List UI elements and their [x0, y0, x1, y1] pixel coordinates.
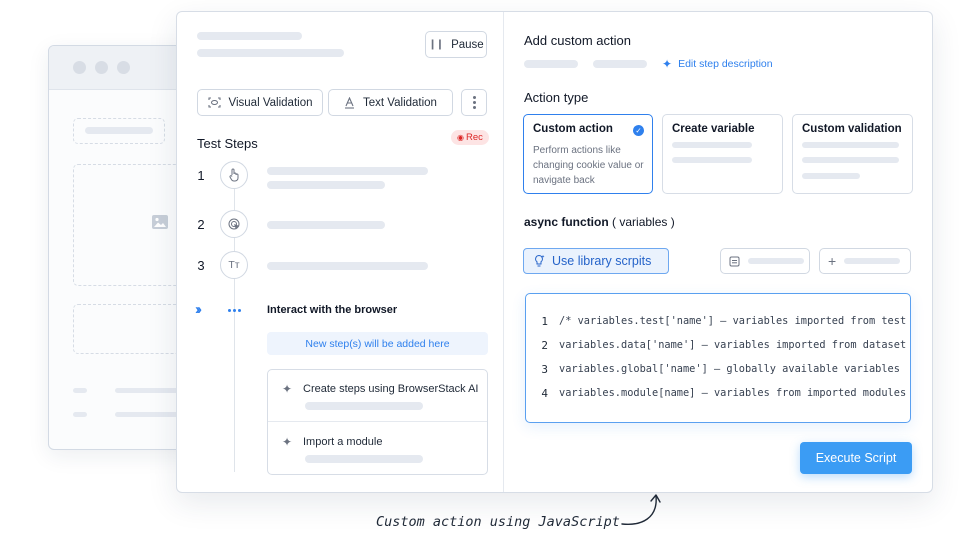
- plus-icon: +: [828, 253, 837, 269]
- line-number: 3: [541, 363, 548, 376]
- step-3[interactable]: Tт: [220, 251, 248, 279]
- record-dot-icon: ◉: [457, 133, 464, 142]
- step-placeholder: [267, 181, 385, 189]
- add-custom-action-title: Add custom action: [524, 33, 631, 48]
- edit-step-description-label: Edit step description: [678, 58, 773, 70]
- interact-label: Interact with the browser: [267, 304, 398, 316]
- curved-arrow-icon: [621, 494, 661, 525]
- code-line: 2 variables.data['name'] – variables imp…: [526, 339, 906, 352]
- card-description: Perform actions like changing cookie val…: [533, 145, 644, 186]
- card-title: Custom validation: [802, 123, 902, 135]
- visual-validation-label: Visual Validation: [228, 96, 313, 109]
- create-steps-ai-option[interactable]: ✦ Create steps using BrowserStack AI: [268, 370, 487, 422]
- action-type-custom-validation[interactable]: Custom validation: [792, 114, 913, 194]
- add-button[interactable]: +: [819, 248, 911, 274]
- visual-validation-button[interactable]: Visual Validation: [197, 89, 323, 116]
- step-number: 2: [197, 217, 205, 232]
- pause-label: Pause: [451, 38, 484, 51]
- edit-step-description-link[interactable]: ✦ Edit step description: [662, 57, 773, 71]
- import-module-label: Import a module: [303, 436, 383, 448]
- code-text: variables.data['name'] – variables impor…: [559, 339, 907, 351]
- code-text: variables.module[name] – variables from …: [559, 387, 907, 399]
- double-chevron-right-icon: ››: [195, 301, 202, 318]
- async-function-keyword: async function: [524, 215, 609, 229]
- subtitle-placeholder: [197, 49, 344, 57]
- image-icon: [152, 215, 168, 229]
- step-2[interactable]: [220, 210, 248, 238]
- card-title: Custom action: [533, 123, 613, 135]
- title-placeholder: [197, 32, 302, 40]
- template-button[interactable]: [720, 248, 810, 274]
- lightbulb-icon: [535, 254, 545, 267]
- execute-script-button[interactable]: Execute Script: [800, 442, 912, 474]
- sparkle-icon: ✦: [282, 382, 293, 396]
- sparkle-icon: ✦: [282, 435, 293, 449]
- pause-icon: ❙❙: [428, 39, 444, 50]
- new-step-hint: New step(s) will be added here: [267, 332, 488, 355]
- text-validation-button[interactable]: Text Validation: [328, 89, 453, 116]
- sparkle-icon: ✦: [662, 57, 673, 71]
- card-title: Create variable: [672, 123, 755, 135]
- window-dot: [95, 61, 108, 74]
- checkmark-icon: ✓: [633, 125, 644, 136]
- action-type-custom-action[interactable]: Custom action ✓ Perform actions like cha…: [523, 114, 653, 194]
- rec-label: Rec: [465, 132, 483, 143]
- function-args: ( variables ): [612, 215, 675, 229]
- visual-scan-icon: [207, 97, 221, 108]
- line-number: 2: [541, 339, 548, 352]
- step-number: 3: [197, 258, 205, 273]
- document-icon: [729, 256, 740, 266]
- line-number: 4: [541, 387, 548, 400]
- text-validation-label: Text Validation: [363, 96, 437, 109]
- line-number: 1: [541, 315, 548, 328]
- function-signature: async function ( variables ): [524, 215, 675, 229]
- use-library-label: Use library scrpits: [552, 254, 652, 268]
- code-text: /* variables.test['name'] – variables im…: [559, 315, 907, 327]
- action-type-create-variable[interactable]: Create variable: [662, 114, 783, 194]
- cursor-click-icon: [228, 218, 239, 229]
- pause-button[interactable]: ❙❙ Pause: [425, 31, 487, 58]
- dots-icon: [228, 309, 241, 312]
- step-1[interactable]: [220, 161, 248, 189]
- step-placeholder: [267, 221, 385, 229]
- create-steps-ai-label: Create steps using BrowserStack AI: [303, 383, 479, 395]
- use-library-scripts-button[interactable]: Use library scrpits: [523, 248, 669, 274]
- code-line: 3 variables.global['name'] – globally av…: [526, 363, 900, 376]
- step-options-menu: ✦ Create steps using BrowserStack AI ✦ I…: [267, 369, 488, 475]
- more-options-button[interactable]: [461, 89, 487, 116]
- text-type-icon: Tт: [228, 259, 240, 271]
- test-editor-panel: ❙❙ Pause Visual Validation Text Validati…: [176, 11, 933, 493]
- window-dot: [73, 61, 86, 74]
- step-placeholder: [267, 167, 428, 175]
- text-underline-icon: [345, 96, 355, 109]
- hand-pointer-icon: [229, 168, 239, 182]
- recording-badge: ◉ Rec: [451, 130, 489, 145]
- description-placeholder: [524, 60, 578, 68]
- panel-divider: [503, 12, 504, 492]
- action-type-title: Action type: [524, 90, 589, 105]
- code-line: 1 /* variables.test['name'] – variables …: [526, 315, 906, 328]
- description-placeholder: [593, 60, 647, 68]
- code-text: variables.global['name'] – globally avai…: [559, 363, 900, 375]
- import-module-option[interactable]: ✦ Import a module: [268, 422, 487, 476]
- code-line: 4 variables.module[name] – variables fro…: [526, 387, 906, 400]
- test-steps-title: Test Steps: [197, 136, 258, 151]
- step-placeholder: [267, 262, 428, 270]
- placeholder-block: [73, 118, 165, 144]
- window-dot: [117, 61, 130, 74]
- code-editor[interactable]: 1 /* variables.test['name'] – variables …: [525, 293, 911, 423]
- caption: Custom action using JavaScript: [376, 514, 620, 530]
- kebab-menu-icon: [472, 96, 476, 109]
- step-number: 1: [197, 168, 205, 183]
